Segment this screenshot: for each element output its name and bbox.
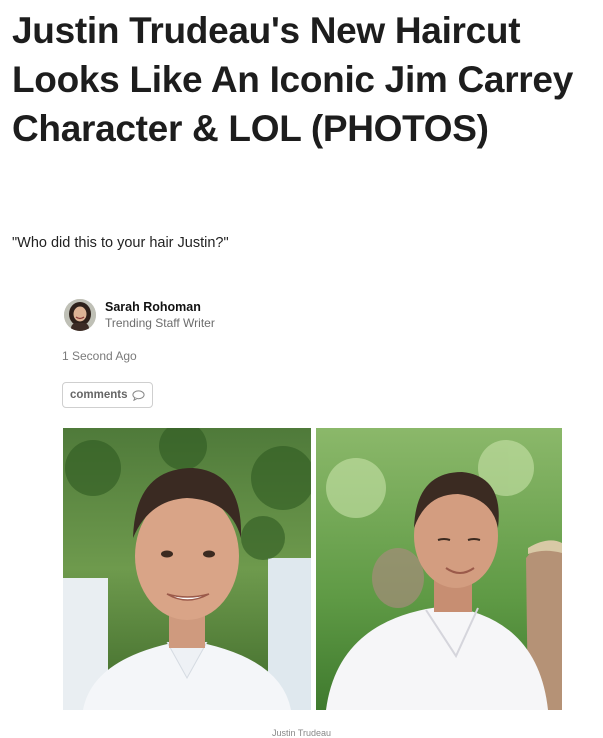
photo-right[interactable]: [316, 428, 562, 710]
comments-button[interactable]: comments: [62, 382, 153, 408]
author-role: Trending Staff Writer: [105, 316, 215, 330]
article-headline: Justin Trudeau's New Haircut Looks Like …: [12, 10, 573, 149]
publish-timestamp: 1 Second Ago: [62, 349, 137, 363]
article-subtitle: "Who did this to your hair Justin?": [12, 235, 229, 251]
author-name[interactable]: Sarah Rohoman: [105, 299, 215, 315]
photo-gallery: [63, 428, 562, 710]
author-byline[interactable]: Sarah Rohoman Trending Staff Writer: [64, 297, 215, 333]
photo-left[interactable]: [63, 428, 311, 710]
author-avatar[interactable]: [64, 299, 96, 331]
photo-caption: Justin Trudeau: [271, 728, 332, 738]
speech-bubble-icon: [131, 389, 145, 401]
comments-label: comments: [70, 389, 128, 401]
